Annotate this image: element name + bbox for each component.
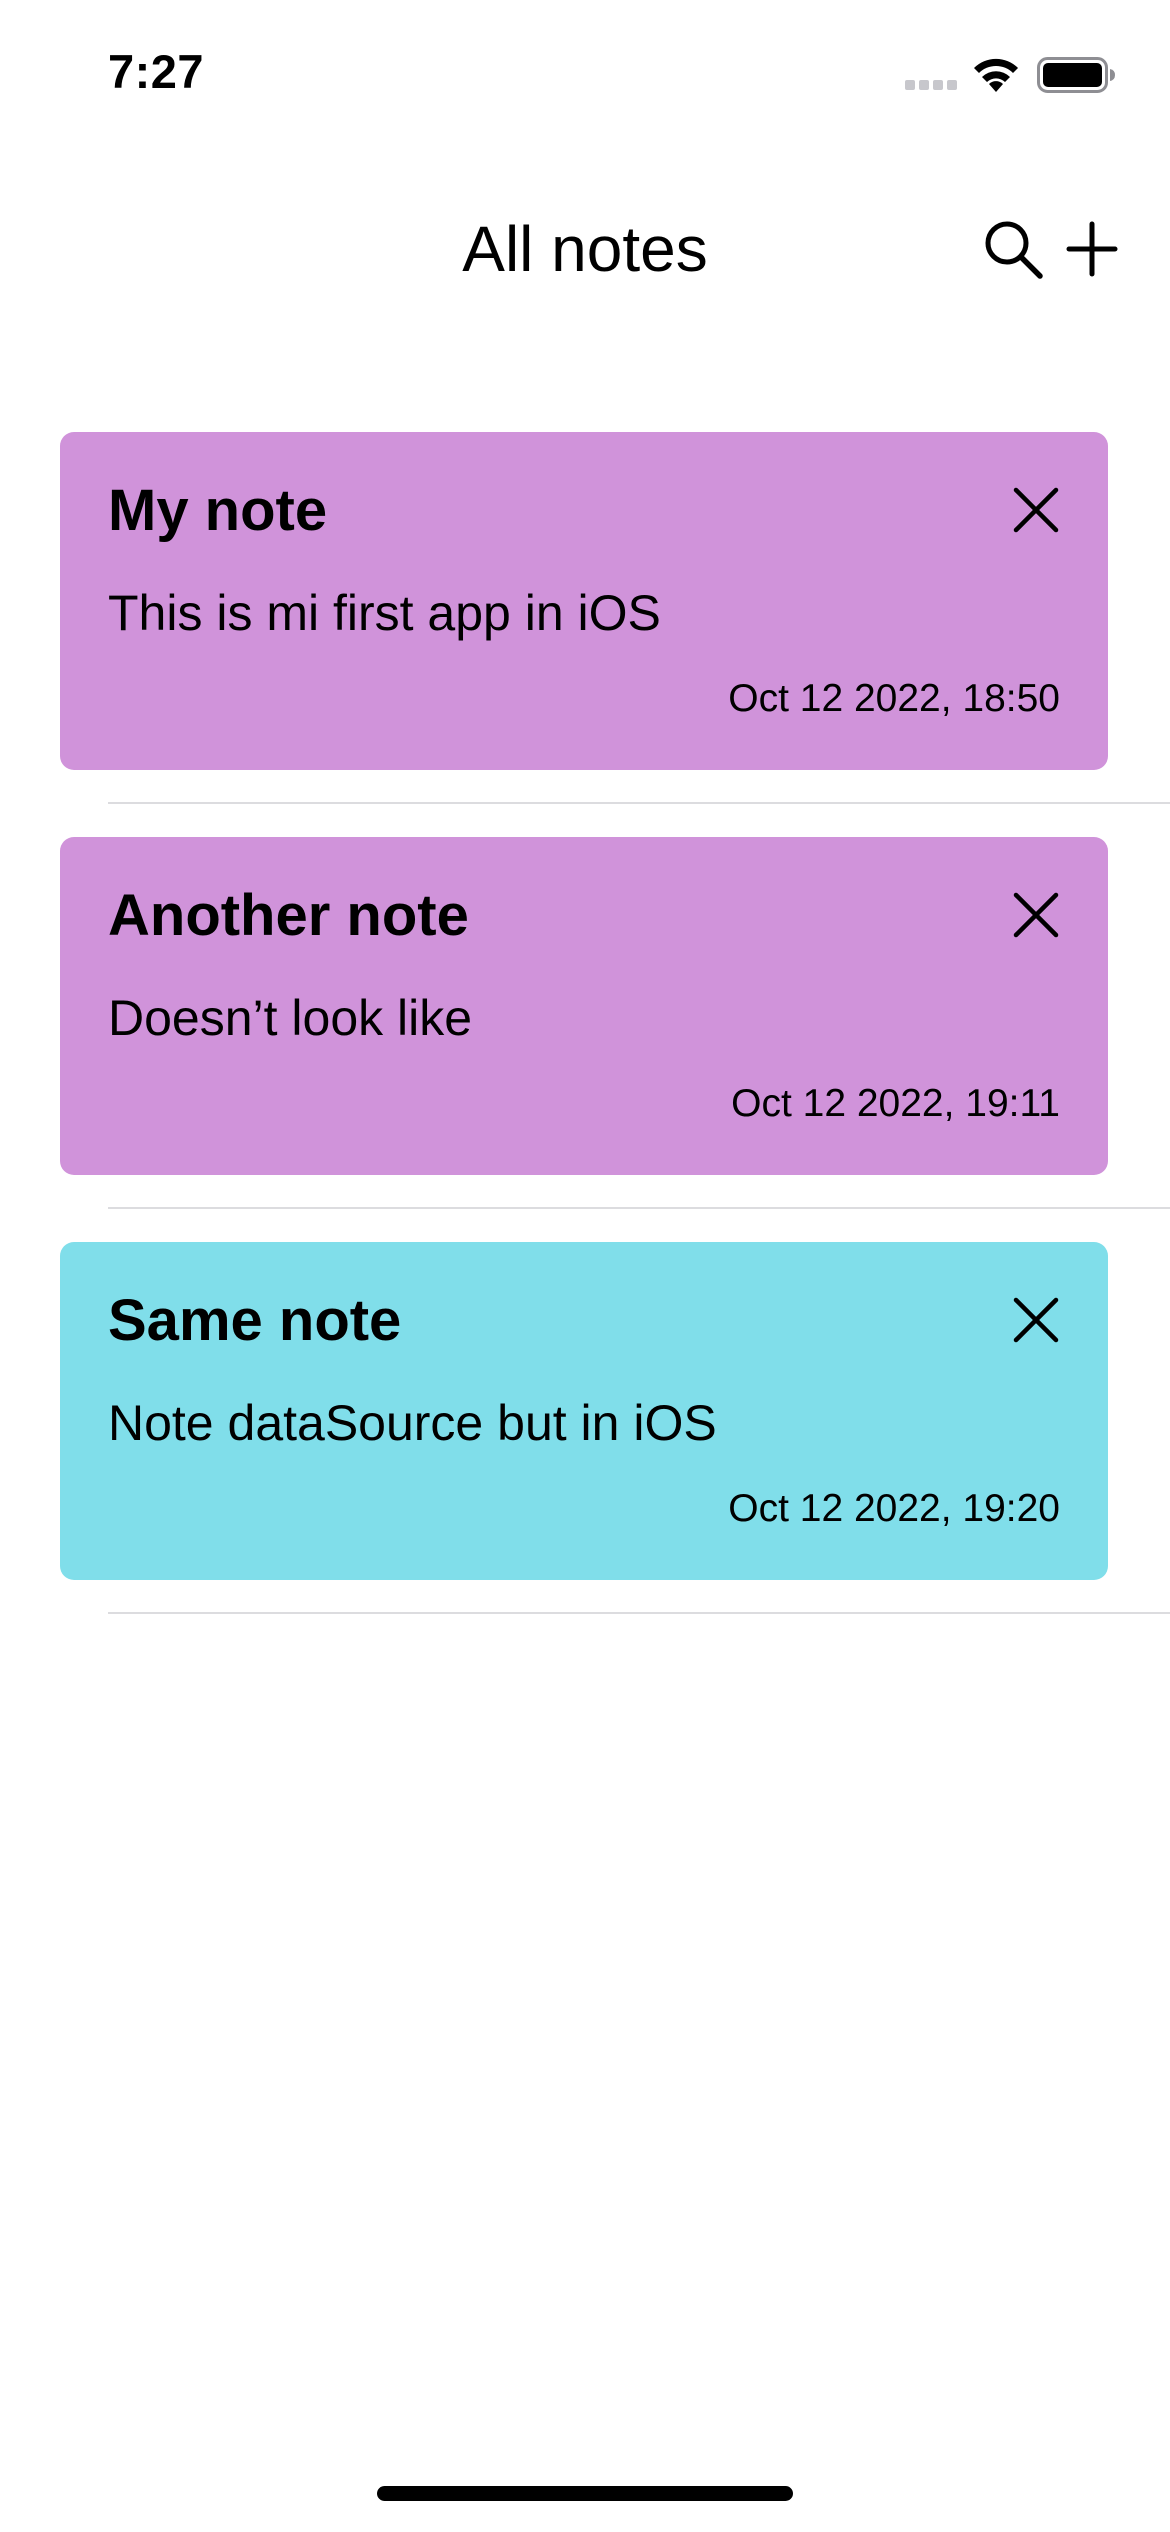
battery-icon [1037,57,1115,93]
note-date: Oct 12 2022, 19:20 [728,1487,1060,1530]
note-body: This is mi first app in iOS [108,585,661,641]
note-date: Oct 12 2022, 19:11 [731,1082,1060,1125]
delete-note-button[interactable] [1012,486,1060,534]
note-body: Doesn’t look like [108,990,473,1046]
notes-list: My note This is mi first app in iOS Oct … [0,432,1170,1647]
separator [108,1207,1170,1209]
close-icon [1013,1297,1059,1343]
home-indicator[interactable] [377,2486,793,2501]
list-item: Same note Note dataSource but in iOS Oct… [0,1242,1170,1647]
navigation-bar: All notes [0,180,1170,320]
note-title: My note [108,478,328,543]
status-time: 7:27 [108,45,205,98]
close-icon [1013,487,1059,533]
search-button[interactable] [980,216,1046,282]
search-icon [985,221,1043,279]
delete-note-button[interactable] [1012,891,1060,939]
note-date: Oct 12 2022, 18:50 [728,677,1060,720]
add-note-button[interactable] [1066,216,1118,282]
cellular-signal-icon [905,80,957,90]
note-title: Another note [108,883,469,948]
close-icon [1013,892,1059,938]
status-bar: 7:27 [0,0,1170,150]
list-item: My note This is mi first app in iOS Oct … [0,432,1170,837]
note-card[interactable]: Another note Doesn’t look like Oct 12 20… [60,837,1108,1175]
separator [108,1612,1170,1614]
wifi-icon [974,58,1018,92]
list-item: Another note Doesn’t look like Oct 12 20… [0,837,1170,1242]
note-card[interactable]: Same note Note dataSource but in iOS Oct… [60,1242,1108,1580]
note-body: Note dataSource but in iOS [108,1395,717,1451]
plus-icon [1066,221,1118,277]
note-card[interactable]: My note This is mi first app in iOS Oct … [60,432,1108,770]
separator [108,802,1170,804]
note-title: Same note [108,1288,402,1353]
delete-note-button[interactable] [1012,1296,1060,1344]
